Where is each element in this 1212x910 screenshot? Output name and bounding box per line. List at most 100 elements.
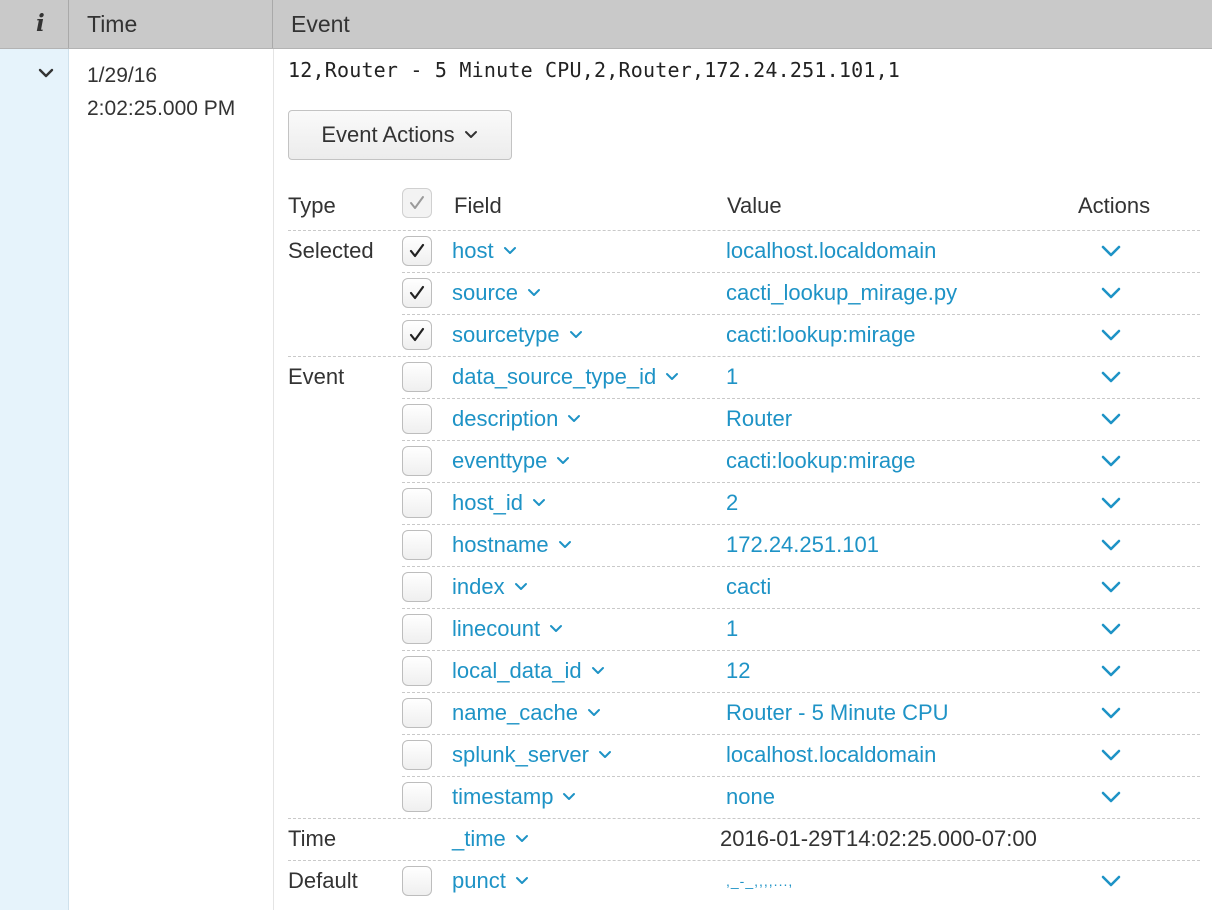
chevron-down-icon[interactable] bbox=[1100, 453, 1122, 469]
chevron-down-icon[interactable] bbox=[1100, 327, 1122, 343]
field-select-checkbox[interactable] bbox=[402, 530, 432, 560]
field-value[interactable]: ,_-_,,,,..., bbox=[726, 860, 793, 902]
field-select-checkbox[interactable] bbox=[402, 740, 432, 770]
field-name-link[interactable]: local_data_id bbox=[452, 650, 606, 692]
field-name: hostname bbox=[452, 532, 549, 557]
field-row: Default punct ,_-_,,,,..., bbox=[288, 860, 1200, 902]
field-value[interactable]: 172.24.251.101 bbox=[726, 524, 879, 566]
results-header: i Time Event bbox=[0, 0, 1212, 49]
field-select-checkbox[interactable] bbox=[402, 614, 432, 644]
chevron-down-icon bbox=[513, 581, 529, 593]
field-name: name_cache bbox=[452, 700, 578, 725]
info-column-header[interactable]: i bbox=[36, 0, 45, 48]
chevron-down-icon[interactable] bbox=[1100, 411, 1122, 427]
chevron-down-icon[interactable] bbox=[1100, 579, 1122, 595]
value-column-header: Value bbox=[727, 193, 782, 218]
chevron-down-icon[interactable] bbox=[1100, 243, 1122, 259]
actions-column-header: Actions bbox=[1078, 193, 1151, 218]
field-select-checkbox[interactable] bbox=[402, 866, 432, 896]
chevron-down-icon bbox=[514, 875, 530, 887]
chevron-down-icon bbox=[568, 329, 584, 341]
chevron-down-icon[interactable] bbox=[1100, 285, 1122, 301]
field-name-link[interactable]: host bbox=[452, 230, 518, 272]
field-row: timestamp none bbox=[288, 776, 1200, 818]
field-row: Event data_source_type_id 1 bbox=[288, 356, 1200, 398]
event-actions-button[interactable]: Event Actions bbox=[288, 110, 512, 160]
field-value[interactable]: cacti_lookup_mirage.py bbox=[726, 272, 957, 314]
field-value[interactable]: localhost.localdomain bbox=[726, 734, 936, 776]
chevron-down-icon[interactable] bbox=[1100, 789, 1122, 805]
field-type-label: Selected bbox=[288, 238, 374, 263]
field-value[interactable]: Router bbox=[726, 398, 792, 440]
field-name: description bbox=[452, 406, 559, 431]
chevron-down-icon[interactable] bbox=[1100, 495, 1122, 511]
field-select-checkbox[interactable] bbox=[402, 488, 432, 518]
field-name: local_data_id bbox=[452, 658, 582, 683]
chevron-down-icon bbox=[664, 371, 680, 383]
field-column-header: Field bbox=[454, 193, 502, 218]
field-value[interactable]: cacti bbox=[726, 566, 771, 608]
field-name-link[interactable]: _time bbox=[452, 818, 530, 860]
field-value[interactable]: localhost.localdomain bbox=[726, 230, 936, 272]
field-select-checkbox[interactable] bbox=[402, 278, 432, 308]
chevron-down-icon[interactable] bbox=[1100, 663, 1122, 679]
field-row: index cacti bbox=[288, 566, 1200, 608]
field-select-checkbox[interactable] bbox=[402, 656, 432, 686]
field-name-link[interactable]: linecount bbox=[452, 608, 564, 650]
field-name-link[interactable]: timestamp bbox=[452, 776, 577, 818]
field-name-link[interactable]: name_cache bbox=[452, 692, 602, 734]
checkmark-icon bbox=[409, 243, 425, 258]
field-name-link[interactable]: data_source_type_id bbox=[452, 356, 680, 398]
field-row: name_cache Router - 5 Minute CPU bbox=[288, 692, 1200, 734]
chevron-down-icon[interactable] bbox=[1100, 621, 1122, 637]
field-row: splunk_server localhost.localdomain bbox=[288, 734, 1200, 776]
field-row: Selected host localhost.localdomain bbox=[288, 230, 1200, 272]
field-select-checkbox[interactable] bbox=[402, 404, 432, 434]
chevron-down-icon[interactable] bbox=[1100, 747, 1122, 763]
chevron-down-icon bbox=[586, 707, 602, 719]
field-name: splunk_server bbox=[452, 742, 589, 767]
field-value[interactable]: cacti:lookup:mirage bbox=[726, 314, 916, 356]
chevron-down-icon[interactable] bbox=[1100, 369, 1122, 385]
field-select-checkbox[interactable] bbox=[402, 446, 432, 476]
field-value[interactable]: cacti:lookup:mirage bbox=[726, 440, 916, 482]
field-value[interactable]: 1 bbox=[726, 608, 738, 650]
checkmark-icon bbox=[410, 196, 424, 209]
field-name-link[interactable]: punct bbox=[452, 860, 530, 902]
field-value[interactable]: Router - 5 Minute CPU bbox=[726, 692, 949, 734]
field-value[interactable]: none bbox=[726, 776, 775, 818]
field-name: source bbox=[452, 280, 519, 305]
chevron-down-icon[interactable] bbox=[1100, 537, 1122, 553]
field-name-link[interactable]: description bbox=[452, 398, 582, 440]
field-name: linecount bbox=[452, 616, 541, 641]
field-name-link[interactable]: splunk_server bbox=[452, 734, 613, 776]
field-value[interactable]: 12 bbox=[726, 650, 750, 692]
field-select-checkbox[interactable] bbox=[402, 236, 432, 266]
field-select-checkbox[interactable] bbox=[402, 572, 432, 602]
time-column-header[interactable]: Time bbox=[87, 0, 137, 48]
chevron-down-icon bbox=[526, 287, 542, 299]
field-select-checkbox[interactable] bbox=[402, 698, 432, 728]
header-divider bbox=[68, 0, 69, 48]
field-select-checkbox[interactable] bbox=[402, 362, 432, 392]
field-row: sourcetype cacti:lookup:mirage bbox=[288, 314, 1200, 356]
chevron-down-icon bbox=[590, 665, 606, 677]
select-all-checkbox[interactable] bbox=[402, 188, 432, 218]
field-select-checkbox[interactable] bbox=[402, 782, 432, 812]
chevron-down-icon[interactable] bbox=[1100, 873, 1122, 889]
chevron-down-icon bbox=[566, 413, 582, 425]
field-select-checkbox[interactable] bbox=[402, 320, 432, 350]
field-value[interactable]: 1 bbox=[726, 356, 738, 398]
field-name-link[interactable]: eventtype bbox=[452, 440, 571, 482]
field-name-link[interactable]: sourcetype bbox=[452, 314, 584, 356]
type-column-header: Type bbox=[288, 193, 336, 218]
field-name-link[interactable]: source bbox=[452, 272, 542, 314]
chevron-down-icon[interactable] bbox=[1100, 705, 1122, 721]
field-name-link[interactable]: host_id bbox=[452, 482, 547, 524]
field-name-link[interactable]: hostname bbox=[452, 524, 573, 566]
field-value[interactable]: 2 bbox=[726, 482, 738, 524]
field-name: index bbox=[452, 574, 505, 599]
field-name-link[interactable]: index bbox=[452, 566, 529, 608]
chevron-down-icon bbox=[555, 455, 571, 467]
chevron-down-icon[interactable] bbox=[36, 66, 56, 80]
